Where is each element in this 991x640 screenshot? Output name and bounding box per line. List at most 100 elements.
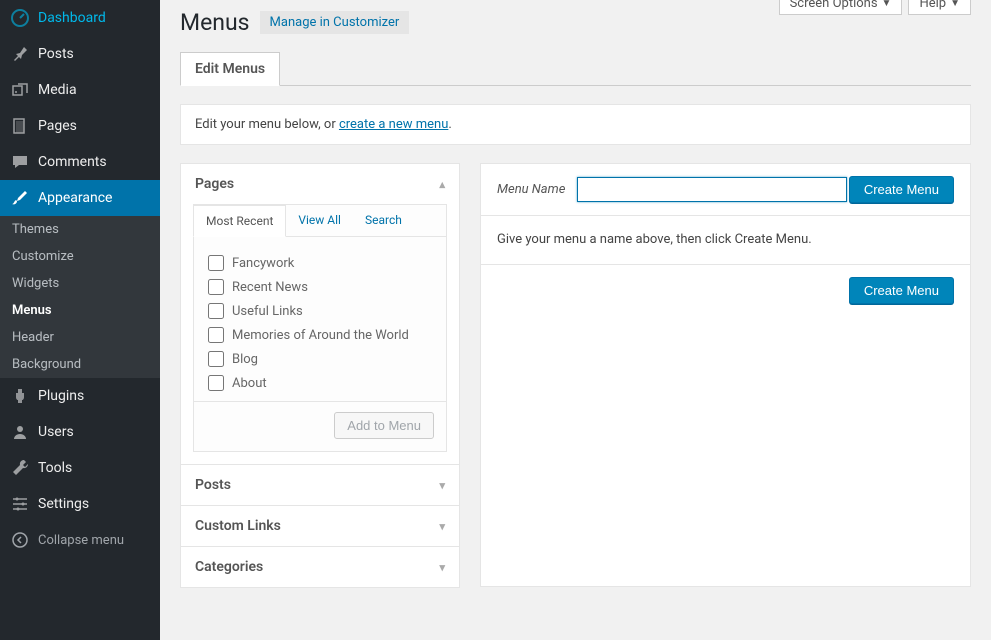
sidebar-item-label: Tools — [38, 460, 72, 476]
accordion-title: Custom Links — [195, 518, 281, 534]
tab-edit-menus[interactable]: Edit Menus — [180, 52, 280, 86]
page-checkbox[interactable] — [208, 303, 224, 319]
intro-suffix: . — [448, 117, 451, 132]
pages-item-list: Fancywork Recent News Useful Links Memor… — [194, 237, 446, 401]
accordion-categories-header[interactable]: Categories ▾ — [181, 547, 459, 587]
menu-edit-body: Give your menu a name above, then click … — [481, 216, 970, 264]
sidebar-item-label: Dashboard — [38, 10, 106, 26]
page-item-label: Blog — [232, 352, 258, 367]
menu-name-label: Menu Name — [497, 182, 565, 197]
page-checkbox[interactable] — [208, 351, 224, 367]
page-item-label: Fancywork — [232, 256, 294, 271]
menu-body-help-text: Give your menu a name above, then click … — [497, 232, 812, 247]
sidebar-item-label: Posts — [38, 46, 74, 62]
menu-edit-footer: Create Menu — [481, 264, 970, 316]
submenu-item-header[interactable]: Header — [0, 324, 160, 351]
submenu-item-widgets[interactable]: Widgets — [0, 270, 160, 297]
appearance-submenu: Themes Customize Widgets Menus Header Ba… — [0, 216, 160, 378]
page-checkbox-row[interactable]: Recent News — [208, 275, 432, 299]
nav-tabs: Edit Menus — [180, 52, 971, 86]
page-checkbox[interactable] — [208, 327, 224, 343]
help-label: Help — [919, 0, 946, 11]
create-new-menu-link[interactable]: create a new menu — [339, 117, 448, 132]
help-button[interactable]: Help ▼ — [908, 0, 971, 15]
screen-options-label: Screen Options — [790, 0, 878, 11]
comment-icon — [10, 152, 30, 172]
user-icon — [10, 422, 30, 442]
create-menu-button-top[interactable]: Create Menu — [849, 176, 954, 203]
accordion-categories: Categories ▾ — [180, 546, 460, 588]
caret-down-icon: ▾ — [439, 479, 445, 492]
sidebar-item-media[interactable]: Media — [0, 72, 160, 108]
page-checkbox[interactable] — [208, 255, 224, 271]
accordion-posts-header[interactable]: Posts ▾ — [181, 465, 459, 505]
pages-inside-tabs: Most Recent View All Search — [194, 205, 446, 237]
intro-box: Edit your menu below, or create a new me… — [180, 104, 971, 145]
page-checkbox[interactable] — [208, 375, 224, 391]
sidebar-item-settings[interactable]: Settings — [0, 486, 160, 522]
accordion-title: Posts — [195, 477, 231, 493]
sidebar-item-label: Plugins — [38, 388, 84, 404]
sidebar-item-label: Settings — [38, 496, 89, 512]
sidebar-item-pages[interactable]: Pages — [0, 108, 160, 144]
menu-items-accordion: Pages ▴ Most Recent View All Search Fanc… — [180, 163, 460, 587]
tab-view-all[interactable]: View All — [286, 205, 353, 236]
page-item-label: Recent News — [232, 280, 308, 295]
menu-edit-panel: Menu Name Create Menu Give your menu a n… — [480, 163, 971, 587]
sidebar-item-dashboard[interactable]: Dashboard — [0, 0, 160, 36]
page-checkbox-row[interactable]: Memories of Around the World — [208, 323, 432, 347]
sidebar-item-comments[interactable]: Comments — [0, 144, 160, 180]
sidebar-item-label: Appearance — [38, 190, 112, 206]
accordion-title: Pages — [195, 176, 234, 192]
sidebar-item-posts[interactable]: Posts — [0, 36, 160, 72]
brush-icon — [10, 188, 30, 208]
page-title: Menus — [180, 9, 250, 36]
sidebar-item-tools[interactable]: Tools — [0, 450, 160, 486]
submenu-item-customize[interactable]: Customize — [0, 243, 160, 270]
page-checkbox[interactable] — [208, 279, 224, 295]
wrench-icon — [10, 458, 30, 478]
submenu-item-themes[interactable]: Themes — [0, 216, 160, 243]
collapse-icon — [10, 530, 30, 550]
sidebar-item-label: Comments — [38, 154, 107, 170]
submenu-item-menus[interactable]: Menus — [0, 297, 160, 324]
page-checkbox-row[interactable]: About — [208, 371, 432, 395]
sidebar-item-label: Pages — [38, 118, 77, 134]
manage-in-customizer-link[interactable]: Manage in Customizer — [260, 11, 410, 34]
submenu-item-background[interactable]: Background — [0, 351, 160, 378]
accordion-custom-links: Custom Links ▾ — [180, 505, 460, 547]
accordion-title: Categories — [195, 559, 263, 575]
page-checkbox-row[interactable]: Fancywork — [208, 251, 432, 275]
sidebar-item-appearance[interactable]: Appearance — [0, 180, 160, 216]
admin-sidebar: Dashboard Posts Media Pages Comments App… — [0, 0, 160, 640]
page-icon — [10, 116, 30, 136]
menu-name-input[interactable] — [577, 177, 847, 202]
caret-up-icon: ▴ — [439, 178, 445, 191]
caret-down-icon: ▼ — [950, 0, 960, 9]
sidebar-item-label: Media — [38, 82, 77, 98]
page-item-label: Memories of Around the World — [232, 328, 409, 343]
accordion-custom-links-header[interactable]: Custom Links ▾ — [181, 506, 459, 546]
create-menu-button-bottom[interactable]: Create Menu — [849, 277, 954, 304]
collapse-label: Collapse menu — [38, 533, 124, 548]
screen-options-button[interactable]: Screen Options ▼ — [779, 0, 903, 15]
sidebar-item-plugins[interactable]: Plugins — [0, 378, 160, 414]
accordion-pages-header[interactable]: Pages ▴ — [181, 164, 459, 204]
caret-down-icon: ▼ — [882, 0, 892, 9]
accordion-pages: Pages ▴ Most Recent View All Search Fanc… — [180, 163, 460, 465]
accordion-posts: Posts ▾ — [180, 464, 460, 506]
collapse-menu-button[interactable]: Collapse menu — [0, 522, 160, 558]
pin-icon — [10, 44, 30, 64]
main-content: Screen Options ▼ Help ▼ Menus Manage in … — [160, 0, 991, 640]
page-checkbox-row[interactable]: Useful Links — [208, 299, 432, 323]
add-to-menu-button[interactable]: Add to Menu — [334, 412, 434, 439]
intro-text: Edit your menu below, or — [195, 117, 339, 132]
tab-most-recent[interactable]: Most Recent — [193, 205, 286, 237]
dashboard-icon — [10, 8, 30, 28]
sidebar-item-users[interactable]: Users — [0, 414, 160, 450]
page-checkbox-row[interactable]: Blog — [208, 347, 432, 371]
plug-icon — [10, 386, 30, 406]
tab-search[interactable]: Search — [353, 205, 414, 236]
caret-down-icon: ▾ — [439, 561, 445, 574]
menu-edit-header: Menu Name Create Menu — [481, 164, 970, 216]
